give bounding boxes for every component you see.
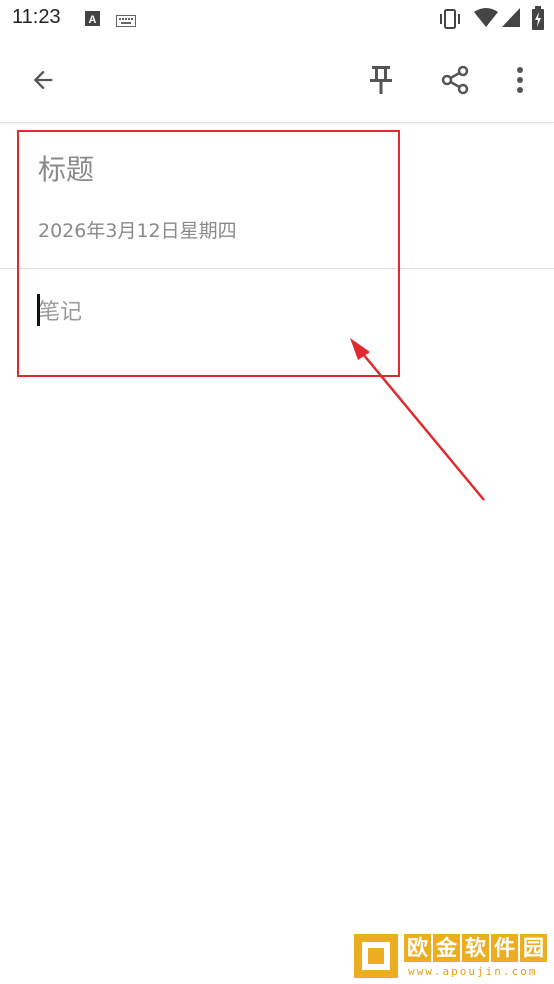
- share-icon: [441, 65, 469, 95]
- wifi-icon: [474, 8, 498, 32]
- watermark-title: 欧 金 软 件 园: [404, 934, 547, 964]
- annotation-arrow: [350, 338, 485, 501]
- watermark-char: 件: [491, 934, 518, 962]
- more-options-button[interactable]: [496, 56, 544, 104]
- status-time: 11:23: [12, 6, 61, 28]
- back-button[interactable]: [19, 56, 67, 104]
- share-button[interactable]: [431, 56, 479, 104]
- pin-button[interactable]: [357, 56, 405, 104]
- watermark-char: 园: [520, 934, 547, 962]
- back-arrow-icon: [33, 70, 53, 90]
- watermark-char: 软: [462, 934, 489, 962]
- vibrate-icon: [438, 9, 462, 33]
- watermark: 欧 金 软 件 园 www.apoujin.com: [354, 934, 550, 980]
- pin-icon: [370, 66, 392, 94]
- watermark-url: www.apoujin.com: [408, 965, 538, 978]
- app-toolbar: [0, 38, 554, 123]
- keyboard-notification-icon: [116, 12, 136, 31]
- svg-text:A: A: [89, 14, 97, 26]
- watermark-char: 金: [433, 934, 460, 962]
- font-notification-icon: A: [85, 11, 100, 30]
- cell-signal-icon: [502, 8, 520, 32]
- watermark-logo-icon: [354, 934, 398, 978]
- battery-charging-icon: [532, 6, 544, 34]
- watermark-char: 欧: [404, 934, 431, 962]
- status-bar: 11:23 A: [0, 0, 554, 38]
- more-vert-icon: [517, 67, 523, 93]
